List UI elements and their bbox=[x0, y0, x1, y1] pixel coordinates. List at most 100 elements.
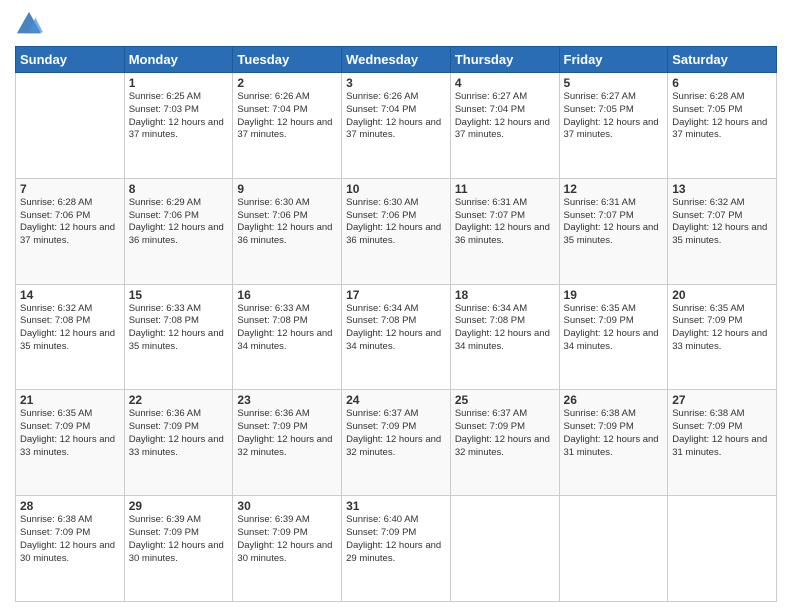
week-row-1: 1Sunrise: 6:25 AMSunset: 7:03 PMDaylight… bbox=[16, 73, 777, 179]
day-number: 14 bbox=[20, 288, 120, 302]
day-info: Sunrise: 6:31 AMSunset: 7:07 PMDaylight:… bbox=[455, 197, 555, 248]
day-number: 12 bbox=[564, 182, 664, 196]
header-sunday: Sunday bbox=[16, 47, 125, 73]
day-number: 11 bbox=[455, 182, 555, 196]
day-cell: 6Sunrise: 6:28 AMSunset: 7:05 PMDaylight… bbox=[668, 73, 777, 179]
day-info: Sunrise: 6:35 AMSunset: 7:09 PMDaylight:… bbox=[20, 408, 120, 459]
day-number: 21 bbox=[20, 393, 120, 407]
day-number: 28 bbox=[20, 499, 120, 513]
day-info: Sunrise: 6:28 AMSunset: 7:05 PMDaylight:… bbox=[672, 91, 772, 142]
day-cell: 19Sunrise: 6:35 AMSunset: 7:09 PMDayligh… bbox=[559, 284, 668, 390]
day-cell: 7Sunrise: 6:28 AMSunset: 7:06 PMDaylight… bbox=[16, 178, 125, 284]
header bbox=[15, 10, 777, 38]
day-cell: 12Sunrise: 6:31 AMSunset: 7:07 PMDayligh… bbox=[559, 178, 668, 284]
week-row-2: 7Sunrise: 6:28 AMSunset: 7:06 PMDaylight… bbox=[16, 178, 777, 284]
day-number: 10 bbox=[346, 182, 446, 196]
day-cell: 24Sunrise: 6:37 AMSunset: 7:09 PMDayligh… bbox=[342, 390, 451, 496]
header-saturday: Saturday bbox=[668, 47, 777, 73]
day-info: Sunrise: 6:30 AMSunset: 7:06 PMDaylight:… bbox=[346, 197, 446, 248]
header-wednesday: Wednesday bbox=[342, 47, 451, 73]
day-info: Sunrise: 6:32 AMSunset: 7:07 PMDaylight:… bbox=[672, 197, 772, 248]
day-cell: 4Sunrise: 6:27 AMSunset: 7:04 PMDaylight… bbox=[450, 73, 559, 179]
day-cell: 5Sunrise: 6:27 AMSunset: 7:05 PMDaylight… bbox=[559, 73, 668, 179]
page: SundayMondayTuesdayWednesdayThursdayFrid… bbox=[0, 0, 792, 612]
day-cell: 14Sunrise: 6:32 AMSunset: 7:08 PMDayligh… bbox=[16, 284, 125, 390]
day-cell: 31Sunrise: 6:40 AMSunset: 7:09 PMDayligh… bbox=[342, 496, 451, 602]
header-friday: Friday bbox=[559, 47, 668, 73]
day-cell: 1Sunrise: 6:25 AMSunset: 7:03 PMDaylight… bbox=[124, 73, 233, 179]
day-info: Sunrise: 6:33 AMSunset: 7:08 PMDaylight:… bbox=[237, 303, 337, 354]
day-info: Sunrise: 6:38 AMSunset: 7:09 PMDaylight:… bbox=[564, 408, 664, 459]
day-cell: 13Sunrise: 6:32 AMSunset: 7:07 PMDayligh… bbox=[668, 178, 777, 284]
day-number: 22 bbox=[129, 393, 229, 407]
day-info: Sunrise: 6:39 AMSunset: 7:09 PMDaylight:… bbox=[237, 514, 337, 565]
day-info: Sunrise: 6:35 AMSunset: 7:09 PMDaylight:… bbox=[564, 303, 664, 354]
week-row-4: 21Sunrise: 6:35 AMSunset: 7:09 PMDayligh… bbox=[16, 390, 777, 496]
day-info: Sunrise: 6:27 AMSunset: 7:05 PMDaylight:… bbox=[564, 91, 664, 142]
day-info: Sunrise: 6:40 AMSunset: 7:09 PMDaylight:… bbox=[346, 514, 446, 565]
logo-icon bbox=[15, 10, 43, 38]
day-cell: 25Sunrise: 6:37 AMSunset: 7:09 PMDayligh… bbox=[450, 390, 559, 496]
day-number: 25 bbox=[455, 393, 555, 407]
day-info: Sunrise: 6:35 AMSunset: 7:09 PMDaylight:… bbox=[672, 303, 772, 354]
day-info: Sunrise: 6:38 AMSunset: 7:09 PMDaylight:… bbox=[20, 514, 120, 565]
day-info: Sunrise: 6:36 AMSunset: 7:09 PMDaylight:… bbox=[237, 408, 337, 459]
day-info: Sunrise: 6:39 AMSunset: 7:09 PMDaylight:… bbox=[129, 514, 229, 565]
day-number: 2 bbox=[237, 76, 337, 90]
day-cell: 11Sunrise: 6:31 AMSunset: 7:07 PMDayligh… bbox=[450, 178, 559, 284]
day-cell: 8Sunrise: 6:29 AMSunset: 7:06 PMDaylight… bbox=[124, 178, 233, 284]
day-cell: 21Sunrise: 6:35 AMSunset: 7:09 PMDayligh… bbox=[16, 390, 125, 496]
day-cell bbox=[668, 496, 777, 602]
day-info: Sunrise: 6:30 AMSunset: 7:06 PMDaylight:… bbox=[237, 197, 337, 248]
day-number: 24 bbox=[346, 393, 446, 407]
day-number: 17 bbox=[346, 288, 446, 302]
day-info: Sunrise: 6:34 AMSunset: 7:08 PMDaylight:… bbox=[455, 303, 555, 354]
day-number: 18 bbox=[455, 288, 555, 302]
day-cell: 9Sunrise: 6:30 AMSunset: 7:06 PMDaylight… bbox=[233, 178, 342, 284]
day-cell: 30Sunrise: 6:39 AMSunset: 7:09 PMDayligh… bbox=[233, 496, 342, 602]
header-tuesday: Tuesday bbox=[233, 47, 342, 73]
day-info: Sunrise: 6:25 AMSunset: 7:03 PMDaylight:… bbox=[129, 91, 229, 142]
day-cell bbox=[450, 496, 559, 602]
header-monday: Monday bbox=[124, 47, 233, 73]
day-info: Sunrise: 6:28 AMSunset: 7:06 PMDaylight:… bbox=[20, 197, 120, 248]
day-number: 1 bbox=[129, 76, 229, 90]
day-cell bbox=[16, 73, 125, 179]
day-number: 4 bbox=[455, 76, 555, 90]
day-number: 19 bbox=[564, 288, 664, 302]
day-cell: 22Sunrise: 6:36 AMSunset: 7:09 PMDayligh… bbox=[124, 390, 233, 496]
day-info: Sunrise: 6:29 AMSunset: 7:06 PMDaylight:… bbox=[129, 197, 229, 248]
day-number: 7 bbox=[20, 182, 120, 196]
logo bbox=[15, 10, 47, 38]
day-number: 23 bbox=[237, 393, 337, 407]
day-info: Sunrise: 6:26 AMSunset: 7:04 PMDaylight:… bbox=[237, 91, 337, 142]
day-cell: 3Sunrise: 6:26 AMSunset: 7:04 PMDaylight… bbox=[342, 73, 451, 179]
day-info: Sunrise: 6:32 AMSunset: 7:08 PMDaylight:… bbox=[20, 303, 120, 354]
day-cell: 15Sunrise: 6:33 AMSunset: 7:08 PMDayligh… bbox=[124, 284, 233, 390]
day-number: 20 bbox=[672, 288, 772, 302]
day-info: Sunrise: 6:36 AMSunset: 7:09 PMDaylight:… bbox=[129, 408, 229, 459]
day-info: Sunrise: 6:26 AMSunset: 7:04 PMDaylight:… bbox=[346, 91, 446, 142]
day-number: 31 bbox=[346, 499, 446, 513]
day-number: 15 bbox=[129, 288, 229, 302]
day-cell: 10Sunrise: 6:30 AMSunset: 7:06 PMDayligh… bbox=[342, 178, 451, 284]
day-cell: 20Sunrise: 6:35 AMSunset: 7:09 PMDayligh… bbox=[668, 284, 777, 390]
day-cell bbox=[559, 496, 668, 602]
day-info: Sunrise: 6:31 AMSunset: 7:07 PMDaylight:… bbox=[564, 197, 664, 248]
day-number: 3 bbox=[346, 76, 446, 90]
day-number: 13 bbox=[672, 182, 772, 196]
week-row-5: 28Sunrise: 6:38 AMSunset: 7:09 PMDayligh… bbox=[16, 496, 777, 602]
day-cell: 28Sunrise: 6:38 AMSunset: 7:09 PMDayligh… bbox=[16, 496, 125, 602]
day-number: 26 bbox=[564, 393, 664, 407]
day-info: Sunrise: 6:34 AMSunset: 7:08 PMDaylight:… bbox=[346, 303, 446, 354]
day-number: 5 bbox=[564, 76, 664, 90]
header-thursday: Thursday bbox=[450, 47, 559, 73]
day-number: 9 bbox=[237, 182, 337, 196]
day-cell: 17Sunrise: 6:34 AMSunset: 7:08 PMDayligh… bbox=[342, 284, 451, 390]
calendar-body: 1Sunrise: 6:25 AMSunset: 7:03 PMDaylight… bbox=[16, 73, 777, 602]
day-number: 30 bbox=[237, 499, 337, 513]
day-cell: 26Sunrise: 6:38 AMSunset: 7:09 PMDayligh… bbox=[559, 390, 668, 496]
day-number: 6 bbox=[672, 76, 772, 90]
day-cell: 18Sunrise: 6:34 AMSunset: 7:08 PMDayligh… bbox=[450, 284, 559, 390]
day-cell: 29Sunrise: 6:39 AMSunset: 7:09 PMDayligh… bbox=[124, 496, 233, 602]
